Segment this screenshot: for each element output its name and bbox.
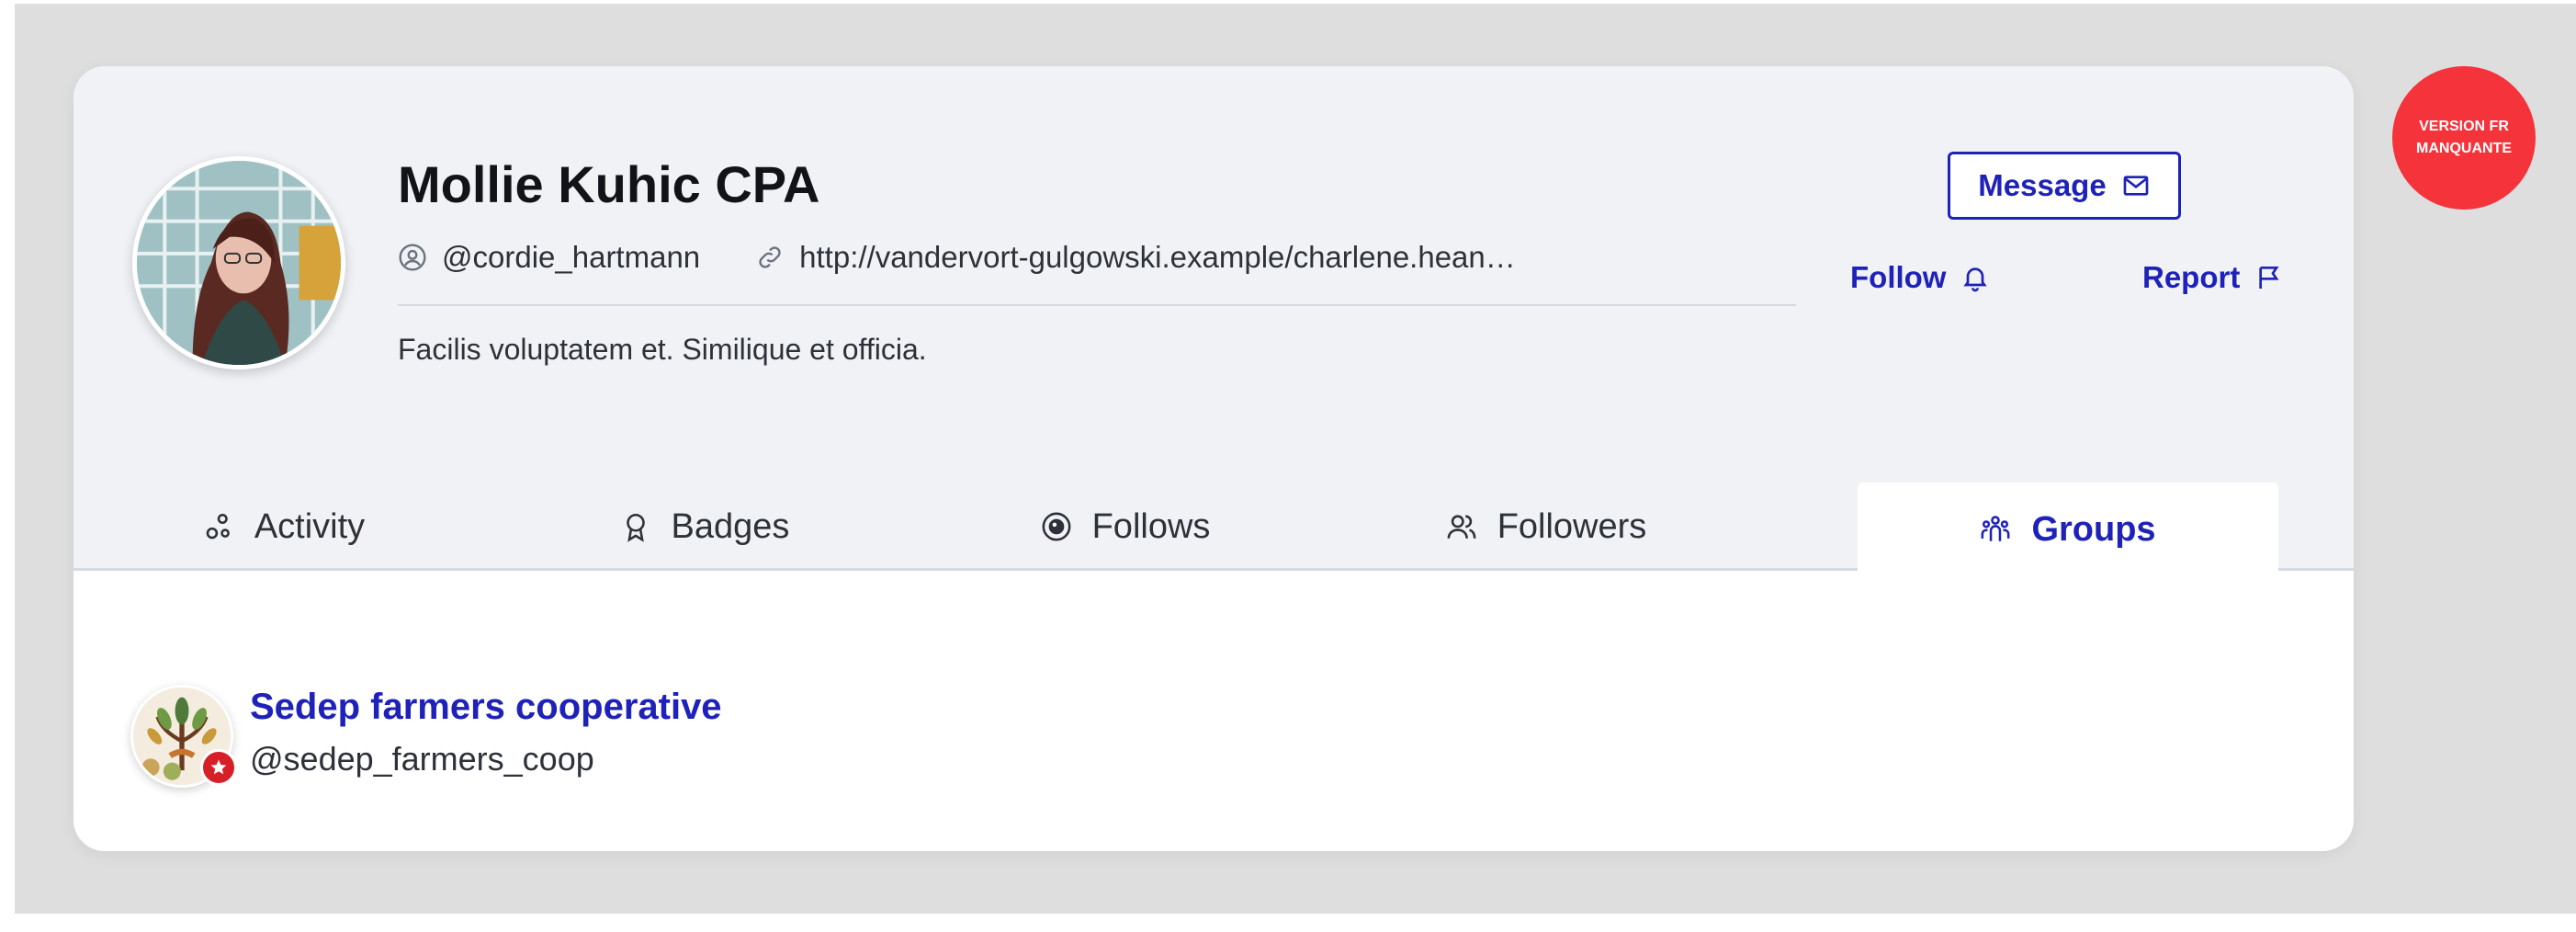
link-icon — [759, 246, 781, 268]
header-divider — [398, 304, 1796, 306]
eye-icon — [1042, 512, 1071, 541]
tab-followers[interactable]: Followers — [1336, 483, 1757, 571]
group-name-link[interactable]: Sedep farmers cooperative — [250, 687, 722, 728]
tab-badges[interactable]: Badges — [494, 483, 915, 571]
follow-label: Follow — [1850, 260, 1947, 294]
group-icon — [1981, 516, 2010, 541]
tab-activity[interactable]: Activity — [73, 483, 494, 571]
missing-version-badge: VERSION FR MANQUANTE — [2392, 66, 2536, 210]
version-badge-line1: VERSION FR — [2419, 119, 2509, 134]
tab-follows[interactable]: Follows — [915, 483, 1336, 571]
website-text[interactable]: http://vandervort-gulgowski.example/char… — [799, 240, 1516, 275]
follow-button[interactable]: Follow — [1850, 257, 1990, 298]
message-label: Message — [1978, 168, 2107, 202]
tab-groups[interactable]: Groups — [1858, 483, 2278, 576]
badge-icon — [626, 513, 645, 542]
profile-name: Mollie Kuhic CPA — [398, 155, 820, 213]
tab-label: Follows — [1091, 506, 1211, 546]
bell-icon — [1963, 267, 1988, 292]
tab-label: Groups — [2031, 509, 2156, 549]
report-button[interactable]: Report — [2142, 257, 2284, 298]
group-star-badge — [200, 749, 237, 786]
flag-icon — [2259, 267, 2279, 289]
message-button[interactable]: Message — [1948, 152, 2181, 220]
profile-meta: @cordie_hartmann http://vandervort-gulgo… — [398, 239, 1516, 276]
tab-label: Badges — [671, 506, 790, 546]
profile-website[interactable]: http://vandervort-gulgowski.example/char… — [755, 240, 1516, 275]
report-label: Report — [2142, 260, 2241, 294]
profile-avatar — [132, 156, 345, 369]
group-handle: @sedep_farmers_coop — [250, 740, 594, 778]
profile-handle: @cordie_hartmann — [398, 240, 700, 275]
envelope-icon — [2123, 176, 2149, 196]
tab-label: Followers — [1497, 506, 1647, 546]
users-icon — [1447, 515, 1476, 539]
handle-text: @cordie_hartmann — [442, 240, 701, 274]
version-badge-line2: MANQUANTE — [2416, 141, 2512, 156]
groups-panel: Sedep farmers cooperative @sedep_farmers… — [73, 571, 2354, 851]
profile-card: Mollie Kuhic CPA @cordie_hartmann http:/… — [73, 66, 2354, 851]
profile-bio: Facilis voluptatem et. Similique et offi… — [398, 333, 927, 366]
star-icon — [210, 759, 227, 775]
profile-tabs: Activity Badges Follows Followers Groups — [73, 483, 2354, 576]
user-photo-icon — [137, 161, 341, 365]
activity-icon — [206, 513, 230, 540]
user-circle-icon — [399, 244, 426, 271]
tab-label: Activity — [254, 506, 366, 546]
